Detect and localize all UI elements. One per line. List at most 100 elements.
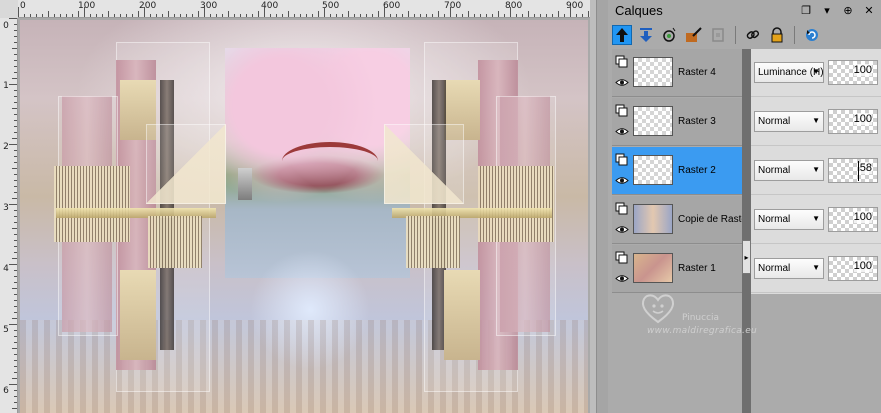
ruler-tick <box>96 14 97 17</box>
ruler-tick <box>60 14 61 17</box>
palette-title: Calques <box>615 3 663 18</box>
layer-row-raster-3[interactable]: Raster 3 <box>612 98 742 146</box>
blend-mode-dropdown[interactable]: Normal ▼ <box>754 209 824 230</box>
layer-row-raster-1[interactable]: Raster 1 <box>612 245 742 293</box>
visibility-eye-icon[interactable] <box>615 273 629 284</box>
toolbar-separator <box>794 26 795 44</box>
move-up-icon[interactable] <box>612 25 632 45</box>
link-icon[interactable] <box>743 25 763 45</box>
layer-name[interactable]: Raster 4 <box>678 67 716 78</box>
restore-icon[interactable]: ❐ <box>800 4 812 17</box>
ruler-tick <box>12 78 17 79</box>
ruler-tick <box>222 14 223 17</box>
ruler-tick <box>360 14 361 17</box>
ruler-tick <box>14 252 17 253</box>
layer-row-raster-2[interactable]: Raster 2 <box>612 147 742 195</box>
refresh-icon[interactable] <box>802 25 822 45</box>
ruler-tick <box>14 396 17 397</box>
ruler-tick <box>14 96 17 97</box>
visibility-eye-icon[interactable] <box>615 126 629 137</box>
layer-group-icon[interactable] <box>615 251 629 264</box>
ruler-tick <box>9 144 17 145</box>
opacity-field[interactable]: 100 <box>828 109 878 134</box>
blend-mode-dropdown[interactable]: Normal ▼ <box>754 111 824 132</box>
ruler-tick <box>378 11 379 17</box>
layer-row-raster-4[interactable]: Raster 4 <box>612 49 742 97</box>
opacity-value: 100 <box>853 211 872 223</box>
opacity-field[interactable]: 100 <box>828 256 878 281</box>
layer-group-icon[interactable] <box>615 153 629 166</box>
layer-name[interactable]: Copie de Raster <box>678 214 750 225</box>
layer-name[interactable]: Raster 1 <box>678 263 716 274</box>
visibility-eye-icon[interactable] <box>615 175 629 186</box>
ruler-tick <box>366 14 367 17</box>
ruler-tick <box>252 14 253 17</box>
ruler-label: 300 <box>200 1 218 11</box>
mask-icon[interactable] <box>708 25 728 45</box>
blend-mode-dropdown[interactable]: Normal ▼ <box>754 160 824 181</box>
new-layer-icon[interactable] <box>660 25 680 45</box>
ruler-tick <box>14 120 17 121</box>
layer-list-scrollbar[interactable] <box>742 49 751 413</box>
layer-group-icon[interactable] <box>615 55 629 68</box>
ruler-tick <box>9 264 17 265</box>
ruler-tick <box>14 312 17 313</box>
blend-mode-value: Normal <box>758 116 791 127</box>
opacity-slider-marker[interactable] <box>858 161 859 181</box>
layer-props-row: Normal ▼ 100 <box>751 98 881 146</box>
ruler-tick <box>354 14 355 17</box>
blend-mode-dropdown[interactable]: Luminance (H) ▼ <box>754 62 824 83</box>
layer-group-icon[interactable] <box>615 202 629 215</box>
panel-divider[interactable] <box>596 0 608 413</box>
ruler-tick <box>300 14 301 17</box>
ruler-tick <box>14 390 17 391</box>
striped-panel <box>54 166 130 242</box>
ruler-tick <box>48 11 49 17</box>
ruler-corner <box>0 0 18 18</box>
ruler-tick <box>36 14 37 17</box>
move-down-icon[interactable] <box>636 25 656 45</box>
ruler-tick <box>14 156 17 157</box>
layer-name[interactable]: Raster 3 <box>678 116 716 127</box>
ruler-tick <box>114 14 115 17</box>
ruler-tick <box>14 36 17 37</box>
ruler-tick <box>480 14 481 17</box>
image-canvas[interactable] <box>20 20 588 413</box>
ruler-tick <box>288 11 289 17</box>
ruler-tick <box>9 384 17 385</box>
toolbar-separator <box>735 26 736 44</box>
ruler-tick <box>12 138 17 139</box>
ruler-tick <box>396 14 397 17</box>
ruler-label: 600 <box>383 1 401 11</box>
watermark-name: Pinuccia <box>682 313 720 323</box>
visibility-eye-icon[interactable] <box>615 77 629 88</box>
pin-icon[interactable]: ⊕ <box>842 4 854 17</box>
ruler-tick <box>14 54 17 55</box>
lock-icon[interactable] <box>767 25 787 45</box>
ruler-tick <box>240 14 241 17</box>
ruler-tick <box>12 408 17 409</box>
ruler-tick <box>14 180 17 181</box>
ruler-tick <box>528 11 529 17</box>
opacity-field[interactable]: 100 <box>828 60 878 85</box>
expand-arrow-icon[interactable]: ▸ <box>742 240 751 274</box>
visibility-eye-icon[interactable] <box>615 224 629 235</box>
layer-row-copie-de-raster[interactable]: Copie de Raster <box>612 196 750 244</box>
ruler-label: 4 <box>3 264 9 274</box>
red-bridge <box>282 142 378 180</box>
ruler-tick <box>558 11 559 17</box>
ruler-tick <box>306 14 307 17</box>
layer-group-icon[interactable] <box>615 104 629 117</box>
ruler-tick <box>402 14 403 17</box>
ruler-tick <box>168 11 169 17</box>
layer-name[interactable]: Raster 2 <box>678 165 716 176</box>
opacity-field[interactable]: 100 <box>828 207 878 232</box>
ruler-tick <box>150 14 151 17</box>
layers-palette: Calques ❐ ▾ ⊕ ✕ Raster 4 Raster 3 Raster… <box>608 0 881 413</box>
opacity-field[interactable]: 58 <box>828 158 878 183</box>
ruler-tick <box>78 11 79 17</box>
edit-icon[interactable] <box>684 25 704 45</box>
close-icon[interactable]: ✕ <box>863 4 875 17</box>
menu-arrow-icon[interactable]: ▾ <box>821 4 833 17</box>
blend-mode-dropdown[interactable]: Normal ▼ <box>754 258 824 279</box>
